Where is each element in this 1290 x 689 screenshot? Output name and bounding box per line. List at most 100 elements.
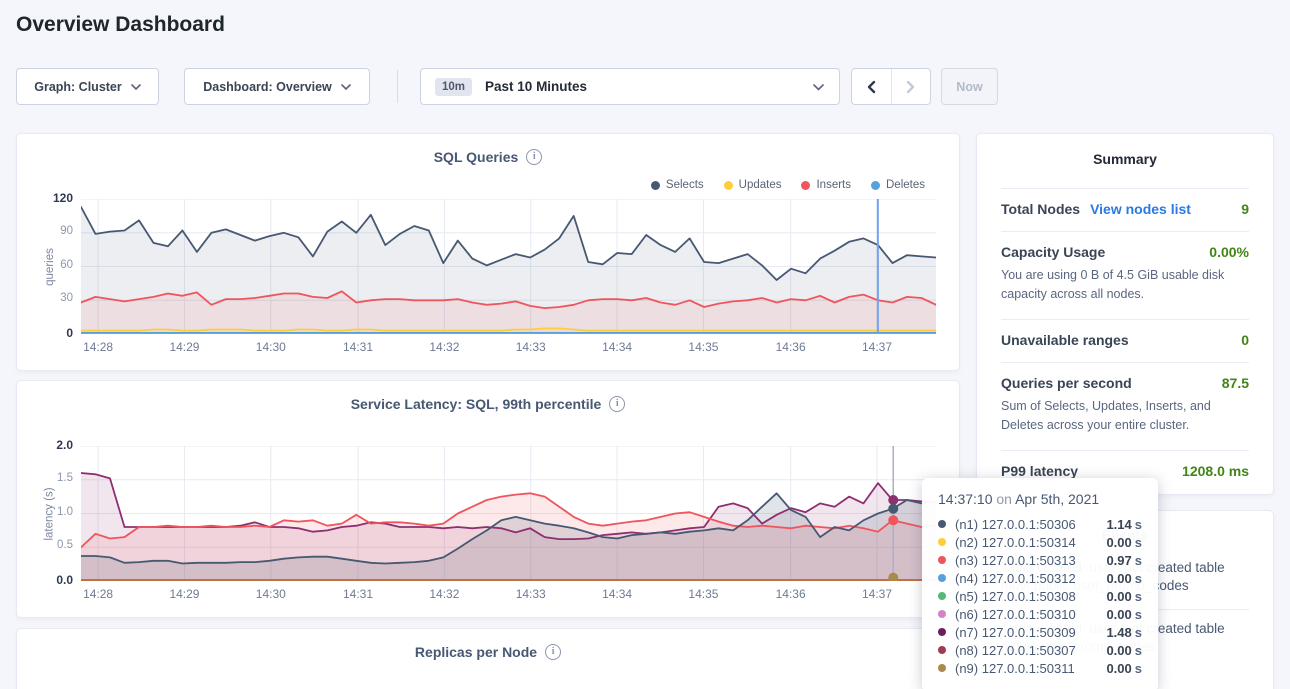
total-nodes-value: 9 [1241, 201, 1249, 217]
legend-item-selects: Selects [651, 179, 704, 191]
x-axis-tick: 14:33 [501, 587, 561, 601]
latency-unit: s [1135, 571, 1142, 586]
unavailable-ranges-label: Unavailable ranges [1001, 332, 1129, 348]
summary-panel: Summary Total Nodes View nodes list 9 Ca… [976, 133, 1274, 495]
node-address: (n2) 127.0.0.1:50314 [955, 535, 1106, 550]
node-address: (n3) 127.0.0.1:50313 [955, 553, 1106, 568]
latency-unit: s [1135, 589, 1142, 604]
node-latency-value: 0.97 [1106, 553, 1131, 568]
summary-row-total-nodes: Total Nodes View nodes list 9 [1001, 188, 1249, 231]
x-axis-tick: 14:31 [328, 340, 388, 354]
chevron-down-icon [813, 84, 824, 91]
time-range-selector[interactable]: 10m Past 10 Minutes [420, 68, 840, 105]
info-icon[interactable]: i [545, 644, 561, 660]
x-axis-tick: 14:30 [241, 340, 301, 354]
x-axis-tick: 14:33 [501, 340, 561, 354]
x-axis-tick: 14:28 [68, 587, 128, 601]
node-address: (n4) 127.0.0.1:50312 [955, 571, 1106, 586]
node-address: (n1) 127.0.0.1:50306 [955, 517, 1106, 532]
latency-unit: s [1135, 517, 1142, 532]
time-nav-group [851, 68, 931, 105]
node-latency-value: 0.00 [1106, 571, 1131, 586]
unavailable-ranges-value: 0 [1241, 332, 1249, 348]
node-color-dot [938, 610, 946, 618]
chart-title: SQL Queries [434, 149, 519, 165]
legend-dot [724, 181, 733, 190]
tooltip-node-row: (n8) 127.0.0.1:503070.00 s [938, 641, 1142, 659]
summary-row-capacity: Capacity Usage 0.00% You are using 0 B o… [1001, 231, 1249, 319]
node-color-dot [938, 592, 946, 600]
x-axis-tick: 14:34 [587, 587, 647, 601]
p99-latency-label: P99 latency [1001, 463, 1078, 479]
time-range-label: Past 10 Minutes [485, 79, 587, 94]
legend-label: Inserts [816, 179, 851, 191]
node-color-dot [938, 628, 946, 636]
page-title: Overview Dashboard [16, 13, 225, 37]
chart-tooltip: 14:37:10 on Apr 5th, 2021 (n1) 127.0.0.1… [922, 478, 1158, 689]
node-color-dot [938, 646, 946, 654]
sql-queries-chart-card: SQL Queries i Selects Updates Inserts Delete… [16, 133, 960, 371]
chevron-down-icon [131, 84, 141, 90]
dashboard-dropdown[interactable]: Dashboard: Overview [184, 68, 370, 105]
total-nodes-label: Total Nodes [1001, 201, 1080, 217]
summary-title: Summary [1001, 151, 1249, 167]
node-color-dot [938, 538, 946, 546]
latency-unit: s [1135, 625, 1142, 640]
node-latency-value: 0.00 [1106, 643, 1131, 658]
node-address: (n5) 127.0.0.1:50308 [955, 589, 1106, 604]
node-color-dot [938, 664, 946, 672]
tooltip-timestamp: 14:37:10 on Apr 5th, 2021 [938, 491, 1142, 507]
sql-queries-plot[interactable]: 030609012014:2814:2914:3014:3114:3214:33… [17, 199, 961, 359]
latency-unit: s [1135, 607, 1142, 622]
dashboard-dropdown-label: Dashboard: Overview [203, 80, 332, 94]
time-next-button[interactable] [891, 69, 930, 104]
y-axis-tick: 1.5 [17, 472, 73, 484]
latency-chart-svg [81, 446, 936, 581]
chart-legend: Selects Updates Inserts Deletes [651, 179, 925, 191]
now-button[interactable]: Now [941, 68, 998, 105]
sql-chart-svg [81, 199, 936, 334]
capacity-value: 0.00% [1209, 244, 1249, 260]
legend-dot [801, 181, 810, 190]
node-address: (n8) 127.0.0.1:50307 [955, 643, 1106, 658]
tooltip-node-row: (n3) 127.0.0.1:503130.97s [938, 551, 1142, 569]
chevron-down-icon [341, 84, 351, 90]
service-latency-plot[interactable]: 0.00.51.01.52.014:2814:2914:3014:3114:32… [17, 446, 961, 606]
node-address: (n9) 127.0.0.1:50311 [955, 661, 1106, 676]
x-axis-tick: 14:29 [154, 340, 214, 354]
qps-description: Sum of Selects, Updates, Inserts, and De… [1001, 397, 1249, 436]
y-axis-tick: 120 [17, 191, 73, 205]
x-axis-tick: 14:31 [328, 587, 388, 601]
info-icon[interactable]: i [526, 149, 542, 165]
legend-label: Updates [739, 179, 782, 191]
qps-value: 87.5 [1222, 375, 1249, 391]
legend-item-deletes: Deletes [871, 179, 925, 191]
chart-title: Service Latency: SQL, 99th percentile [351, 396, 602, 412]
y-axis-tick: 60 [17, 259, 73, 271]
replicas-per-node-chart-card: Replicas per Nodei [16, 628, 960, 689]
x-axis-tick: 14:28 [68, 340, 128, 354]
legend-item-updates: Updates [724, 179, 782, 191]
summary-row-qps: Queries per second 87.5 Sum of Selects, … [1001, 362, 1249, 450]
view-nodes-list-link[interactable]: View nodes list [1090, 201, 1191, 217]
toolbar-divider [397, 70, 398, 103]
p99-latency-value: 1208.0 ms [1182, 463, 1249, 479]
x-axis-tick: 14:35 [673, 587, 733, 601]
capacity-description: You are using 0 B of 4.5 GiB usable disk… [1001, 266, 1249, 305]
x-axis-tick: 14:30 [241, 587, 301, 601]
latency-unit: s [1135, 643, 1142, 658]
node-latency-value: 0.00 [1106, 535, 1131, 550]
time-prev-button[interactable] [852, 69, 891, 104]
info-icon[interactable]: i [609, 396, 625, 412]
summary-row-unavailable-ranges: Unavailable ranges 0 [1001, 319, 1249, 362]
tooltip-node-row: (n6) 127.0.0.1:503100.00s [938, 605, 1142, 623]
x-axis-tick: 14:36 [761, 587, 821, 601]
x-axis-tick: 14:29 [154, 587, 214, 601]
x-axis-tick: 14:32 [414, 340, 474, 354]
legend-dot [651, 181, 660, 190]
node-color-dot [938, 520, 946, 528]
node-address: (n7) 127.0.0.1:50309 [955, 625, 1106, 640]
tooltip-node-row: (n5) 127.0.0.1:503080.00s [938, 587, 1142, 605]
graph-dropdown[interactable]: Graph: Cluster [16, 68, 159, 105]
tooltip-node-row: (n9) 127.0.0.1:503110.00s [938, 659, 1142, 677]
